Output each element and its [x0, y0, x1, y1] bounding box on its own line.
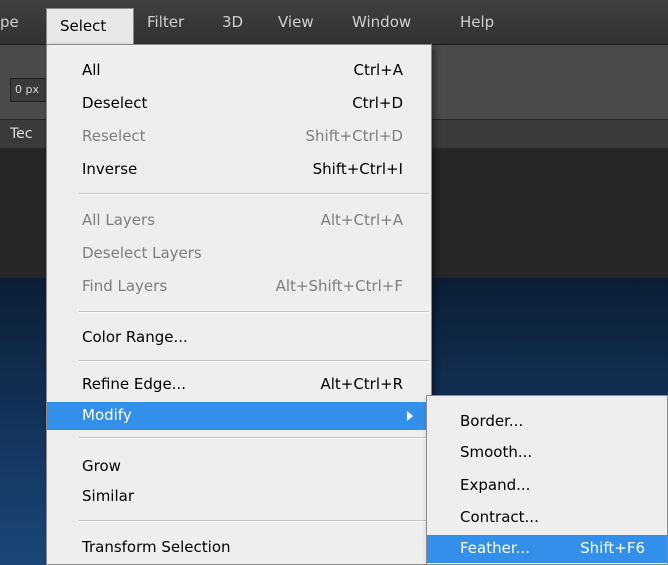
submenu-arrow-icon [407, 411, 413, 421]
submenu-item-contract[interactable]: Contract... [427, 504, 667, 532]
menubar-item-type[interactable]: pe [0, 0, 19, 44]
menu-item-label: Deselect Layers [82, 244, 202, 262]
menu-item-refine-edge[interactable]: Refine Edge... Alt+Ctrl+R [47, 371, 431, 399]
submenu-item-label: Expand... [460, 476, 531, 494]
menu-item-inverse[interactable]: Inverse Shift+Ctrl+I [47, 156, 431, 184]
menu-item-all-layers: All Layers Alt+Ctrl+A [47, 207, 431, 235]
menu-item-label: Reselect [82, 127, 146, 145]
menubar-item-filter[interactable]: Filter [147, 0, 184, 44]
menu-item-all[interactable]: All Ctrl+A [47, 57, 431, 85]
menu-item-shortcut: Ctrl+A [353, 61, 403, 79]
menu-item-modify[interactable]: Modify [47, 402, 431, 430]
menu-item-label: Inverse [82, 160, 138, 178]
menu-item-deselect-layers: Deselect Layers [47, 240, 431, 268]
menu-separator [79, 193, 429, 195]
menu-bar: pe Select Filter 3D View Window Help [0, 0, 668, 45]
menubar-item-window[interactable]: Window [352, 0, 411, 44]
submenu-item-label: Feather... [460, 539, 530, 557]
menu-item-label: Deselect [82, 94, 148, 112]
submenu-item-label: Border... [460, 412, 524, 430]
menubar-item-help[interactable]: Help [460, 0, 494, 44]
menu-item-label: Similar [82, 487, 134, 505]
menu-separator [79, 360, 429, 362]
menu-item-label: All Layers [82, 211, 156, 229]
menubar-item-3d[interactable]: 3D [222, 0, 243, 44]
menu-item-color-range[interactable]: Color Range... [47, 324, 431, 352]
menu-item-label: Color Range... [82, 328, 188, 346]
menu-item-similar[interactable]: Similar [47, 483, 431, 511]
menu-item-label: Transform Selection [82, 538, 231, 556]
submenu-item-label: Smooth... [460, 443, 533, 461]
select-menu: All Ctrl+A Deselect Ctrl+D Reselect Shif… [46, 44, 432, 565]
menu-item-transform-selection[interactable]: Transform Selection [47, 534, 431, 562]
menu-separator [79, 520, 429, 522]
menu-item-reselect: Reselect Shift+Ctrl+D [47, 123, 431, 151]
submenu-item-shortcut: Shift+F6 [580, 539, 645, 557]
submenu-item-label: Contract... [460, 508, 539, 526]
menu-item-grow[interactable]: Grow [47, 453, 431, 481]
menu-item-label: Grow [82, 457, 121, 475]
menu-item-shortcut: Alt+Ctrl+A [320, 211, 403, 229]
menu-item-shortcut: Alt+Shift+Ctrl+F [275, 277, 403, 295]
menu-item-find-layers: Find Layers Alt+Shift+Ctrl+F [47, 273, 431, 301]
submenu-item-smooth[interactable]: Smooth... [427, 439, 667, 467]
submenu-item-border[interactable]: Border... [427, 408, 667, 436]
modify-submenu: Border... Smooth... Expand... Contract..… [426, 395, 668, 565]
menu-item-shortcut: Ctrl+D [352, 94, 403, 112]
menu-item-shortcut: Shift+Ctrl+D [305, 127, 403, 145]
menu-item-label: All [82, 61, 101, 79]
menubar-item-view[interactable]: View [278, 0, 314, 44]
menu-item-shortcut: Alt+Ctrl+R [320, 375, 403, 393]
menu-item-label: Refine Edge... [82, 375, 186, 393]
menu-separator [79, 437, 429, 439]
menu-item-label: Find Layers [82, 277, 168, 295]
menu-item-deselect[interactable]: Deselect Ctrl+D [47, 90, 431, 118]
menu-separator [79, 311, 429, 313]
menu-item-label: Modify [82, 406, 132, 424]
menubar-item-select[interactable]: Select [46, 8, 134, 44]
menu-item-shortcut: Shift+Ctrl+I [312, 160, 403, 178]
document-tab[interactable]: Tec [10, 120, 50, 148]
submenu-item-feather[interactable]: Feather... Shift+F6 [427, 535, 667, 563]
submenu-item-expand[interactable]: Expand... [427, 472, 667, 500]
